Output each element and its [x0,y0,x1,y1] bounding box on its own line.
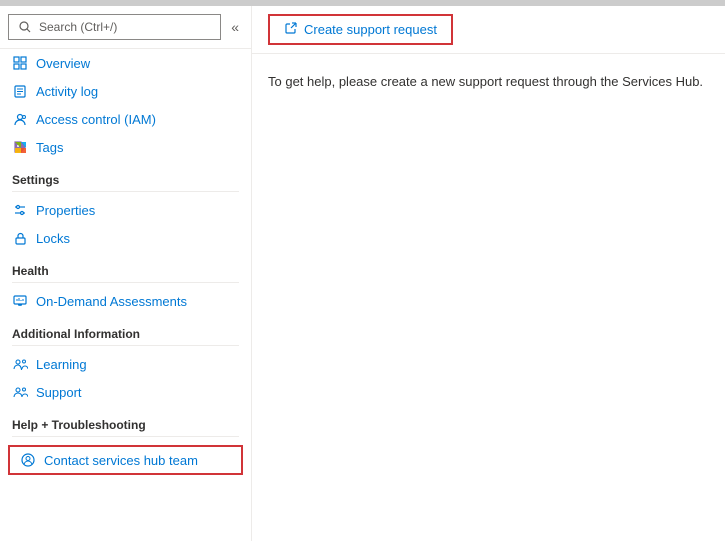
lock-icon [12,230,28,246]
search-placeholder: Search (Ctrl+/) [39,20,117,34]
section-header-help: Help + Troubleshooting [0,406,251,436]
create-support-label: Create support request [304,22,437,37]
sliders-icon [12,202,28,218]
sidebar-item-label: Activity log [36,84,98,99]
sidebar-item-label: Access control (IAM) [36,112,156,127]
sidebar-item-label: Properties [36,203,95,218]
search-box[interactable]: Search (Ctrl+/) [8,14,221,40]
sidebar-item-overview[interactable]: Overview [0,49,251,77]
sidebar-item-label: Overview [36,56,90,71]
sidebar-item-learning[interactable]: Learning [0,350,251,378]
content-area: Create support request To get help, plea… [252,6,725,541]
collapse-button[interactable]: « [227,17,243,37]
content-header: Create support request [252,6,725,54]
sidebar-item-on-demand[interactable]: On-Demand Assessments [0,287,251,315]
sidebar-item-label: Tags [36,140,63,155]
sidebar-item-access-control[interactable]: Access control (IAM) [0,105,251,133]
grid-icon [12,55,28,71]
create-support-button[interactable]: Create support request [268,14,453,45]
section-header-health: Health [0,252,251,282]
sidebar-item-tags[interactable]: Tags [0,133,251,161]
sidebar-item-label: Locks [36,231,70,246]
settings-divider [12,191,239,192]
sidebar-item-locks[interactable]: Locks [0,224,251,252]
people-support-icon [12,384,28,400]
clipboard-icon [12,83,28,99]
help-text: To get help, please create a new support… [268,74,703,89]
main-container: Search (Ctrl+/) « Overview [0,6,725,541]
person-icon [12,111,28,127]
sidebar-item-contact-services[interactable]: Contact services hub team [8,445,243,475]
sidebar-item-label: Learning [36,357,87,372]
sidebar-item-support[interactable]: Support [0,378,251,406]
sidebar-item-activity-log[interactable]: Activity log [0,77,251,105]
people-icon [12,356,28,372]
additional-divider [12,345,239,346]
section-header-settings: Settings [0,161,251,191]
sidebar-item-properties[interactable]: Properties [0,196,251,224]
person-circle-icon [20,452,36,468]
tag-icon [12,139,28,155]
section-header-additional: Additional Information [0,315,251,345]
sidebar-item-label: On-Demand Assessments [36,294,187,309]
sidebar-item-label: Support [36,385,82,400]
external-link-icon [284,21,298,38]
help-divider [12,436,239,437]
health-divider [12,282,239,283]
content-body: To get help, please create a new support… [252,54,725,109]
sidebar-item-label: Contact services hub team [44,453,198,468]
monitor-icon [12,293,28,309]
sidebar: Search (Ctrl+/) « Overview [0,6,252,541]
search-icon [17,19,33,35]
search-row: Search (Ctrl+/) « [0,6,251,49]
